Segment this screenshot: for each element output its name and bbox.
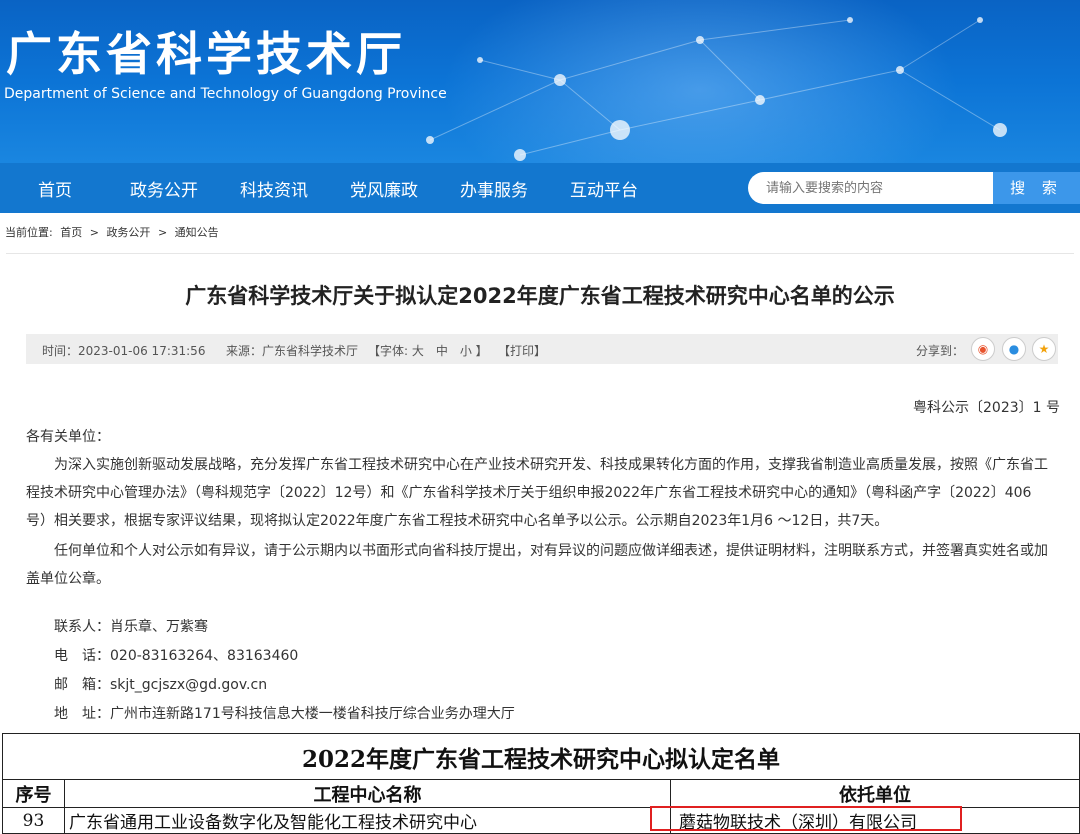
nav-item-services[interactable]: 办事服务 <box>460 176 528 201</box>
table-cell-index: 93 <box>2 807 65 834</box>
breadcrumb-notices[interactable]: 通知公告 <box>175 226 219 239</box>
nav-item-home[interactable]: 首页 <box>38 176 72 201</box>
table-header-host-unit: 依托单位 <box>670 779 1080 808</box>
search-input[interactable] <box>748 172 993 204</box>
breadcrumb: 当前位置: 首页 > 政务公开 > 通知公告 <box>5 224 223 240</box>
nav-item-interaction[interactable]: 互动平台 <box>570 176 638 201</box>
weibo-share-icon[interactable]: ◉ <box>971 337 995 361</box>
share-label: 分享到： <box>916 344 965 358</box>
qq-share-icon[interactable]: ● <box>1002 337 1026 361</box>
salutation: 各有关单位： <box>26 429 110 445</box>
contact-address: 地 址：广州市连新路171号科技信息大楼一楼省科技厅综合业务办理大厅 <box>54 706 515 722</box>
breadcrumb-home[interactable]: 首页 <box>60 226 82 239</box>
nav-item-integrity[interactable]: 党风廉政 <box>350 176 418 201</box>
article-paragraph: 为深入实施创新驱动发展战略，充分发挥广东省工程技术研究中心在产业技术研究开发、科… <box>26 457 1048 529</box>
table-header-center-name: 工程中心名称 <box>64 779 671 808</box>
table-caption: 2022年度广东省工程技术研究中心拟认定名单 <box>2 733 1080 780</box>
document-number: 粤科公示〔2023〕1 号 <box>913 400 1060 416</box>
print-link[interactable]: 【打印】 <box>498 342 546 359</box>
breadcrumb-separator: > <box>89 226 99 239</box>
qzone-share-icon[interactable]: ★ <box>1032 337 1056 361</box>
contact-phone: 电 话：020-83163264、83163460 <box>54 648 299 664</box>
contact-email: 邮 箱：skjt_gcjszx@gd.gov.cn <box>54 677 268 693</box>
breadcrumb-separator: > <box>157 226 168 239</box>
breadcrumb-prefix: 当前位置: <box>5 226 53 239</box>
contact-person: 联系人：肖乐章、万紫骞 <box>54 619 208 635</box>
search-button[interactable]: 搜 索 <box>993 172 1080 204</box>
article-title: 广东省科学技术厅关于拟认定2022年度广东省工程技术研究中心名单的公示 <box>185 284 895 308</box>
site-subtitle: Department of Science and Technology of … <box>4 86 447 102</box>
table-header-index: 序号 <box>2 779 65 808</box>
site-title: 广东省科学技术厅 <box>6 27 406 81</box>
nav-item-tech-news[interactable]: 科技资讯 <box>240 176 308 201</box>
breadcrumb-gov-affairs[interactable]: 政务公开 <box>106 226 150 239</box>
table-cell-center-name: 广东省通用工业设备数字化及智能化工程技术研究中心 <box>64 807 671 834</box>
article-meta-bar: 时间：2023-01-06 17:31:56 来源：广东省科学技术厅 【字体: … <box>26 334 1058 364</box>
highlight-box <box>650 806 962 831</box>
main-nav: 首页 政务公开 科技资讯 党风廉政 办事服务 互动平台 搜 索 <box>0 163 1080 213</box>
article-source: 来源：广东省科学技术厅 <box>226 344 359 358</box>
site-header: 广东省科学技术厅 Department of Science and Techn… <box>0 0 1080 163</box>
article-paragraph: 任何单位和个人对公示如有异议，请于公示期内以书面形式向省科技厅提出，对有异议的问… <box>26 543 1048 587</box>
font-size-control[interactable]: 【字体: 大 中 小 】 <box>368 342 488 359</box>
publish-time: 时间：2023-01-06 17:31:56 <box>42 344 206 358</box>
nav-item-gov-affairs[interactable]: 政务公开 <box>130 176 198 201</box>
